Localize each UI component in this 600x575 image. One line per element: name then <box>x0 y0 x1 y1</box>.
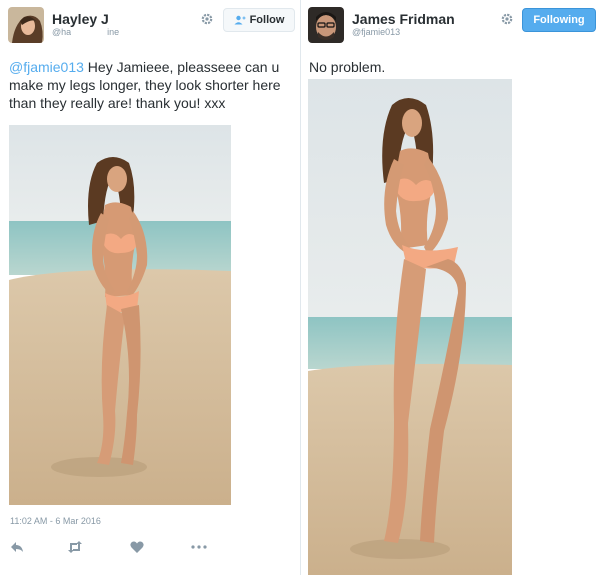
tweet-timestamp[interactable]: 11:02 AM - 6 Mar 2016 <box>10 516 101 526</box>
gear-icon[interactable] <box>200 12 214 26</box>
hayley-display-name[interactable]: Hayley J <box>52 11 109 27</box>
gear-icon[interactable] <box>500 12 514 26</box>
james-tweet-text: No problem. <box>309 59 386 75</box>
mention-link[interactable]: @fjamie013 <box>9 59 84 75</box>
following-button[interactable]: Following <box>522 8 596 32</box>
hayley-tweet-text: @fjamie013 Hey Jamieee, pleasseee can u … <box>9 58 297 112</box>
edited-photo[interactable] <box>308 79 512 575</box>
james-handle[interactable]: @fjamie013 <box>352 27 400 37</box>
reply-icon[interactable] <box>8 538 26 556</box>
hayley-handle[interactable]: @ha ine <box>52 27 119 37</box>
more-icon[interactable] <box>190 538 208 556</box>
original-photo[interactable] <box>9 125 231 505</box>
like-icon[interactable] <box>128 538 146 556</box>
left-tweet-panel: Hayley J @ha ine Follow @fjamie013 Hey Ja… <box>0 0 300 575</box>
right-tweet-panel: James Fridman @fjamie013 Following No pr… <box>300 0 600 575</box>
handle-prefix: @ha <box>52 27 72 37</box>
add-user-icon <box>234 15 246 25</box>
hayley-avatar[interactable] <box>8 7 44 43</box>
james-display-name[interactable]: James Fridman <box>352 11 455 27</box>
handle-redaction <box>71 28 108 37</box>
follow-label: Follow <box>249 14 285 26</box>
follow-button[interactable]: Follow <box>223 8 295 32</box>
handle-suffix: ine <box>107 27 120 37</box>
james-avatar[interactable] <box>308 7 344 43</box>
retweet-icon[interactable] <box>66 538 84 556</box>
tweet-actions <box>0 538 300 558</box>
